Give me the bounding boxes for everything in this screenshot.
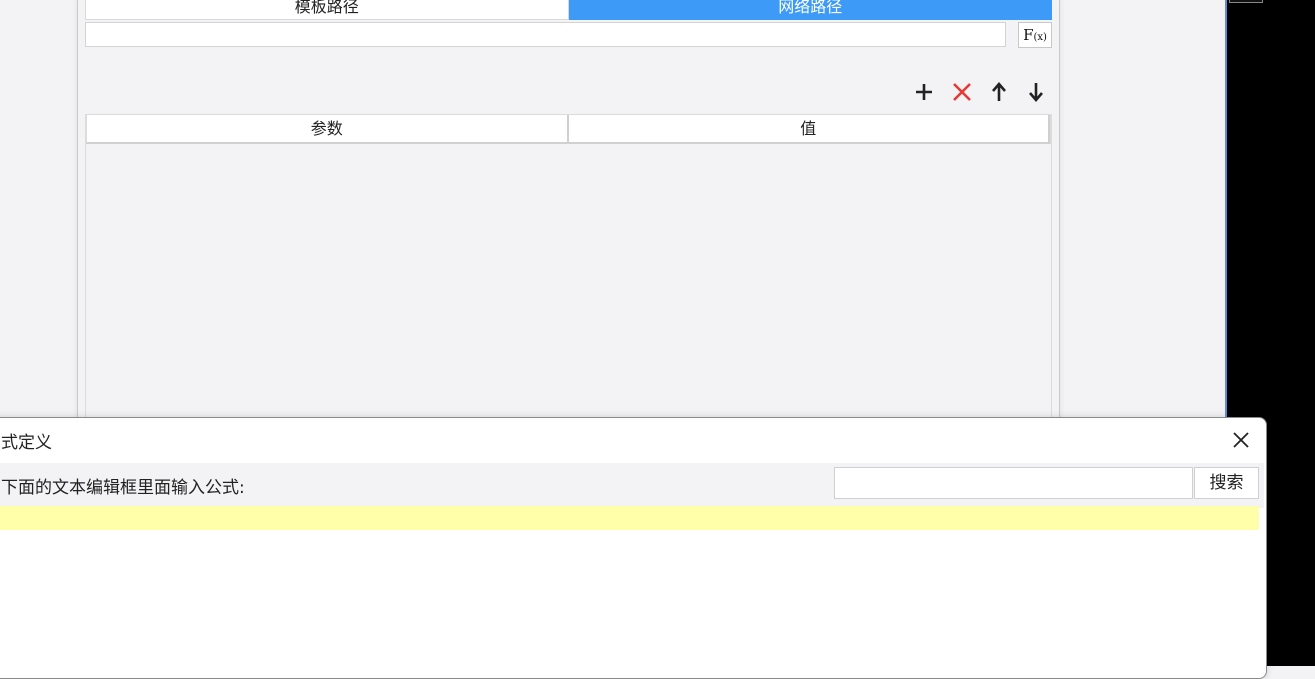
delete-x-icon[interactable] <box>950 80 974 104</box>
arrow-up-icon[interactable] <box>987 80 1011 104</box>
formula-definition-dialog: 式定义 下面的文本编辑框里面输入公式: 搜索 <box>0 417 1267 679</box>
tab-template-path[interactable]: 模板路径 <box>85 0 569 20</box>
fx-sub-label: (x) <box>1033 32 1047 43</box>
tab-network-path[interactable]: 网络路径 <box>568 0 1052 20</box>
fx-label: F <box>1023 26 1034 44</box>
taskbar-thumbnail <box>1229 0 1263 3</box>
params-table: 参数 值 <box>85 114 1052 428</box>
dialog-title: 式定义 <box>1 433 52 453</box>
search-input[interactable] <box>834 467 1193 499</box>
path-tab-bar: 模板路径 网络路径 <box>85 0 1052 20</box>
column-header-param[interactable]: 参数 <box>87 115 569 142</box>
params-table-header: 参数 值 <box>86 114 1051 144</box>
close-icon[interactable] <box>1231 430 1251 450</box>
search-button[interactable]: 搜索 <box>1194 467 1259 499</box>
formula-editor[interactable] <box>0 506 1259 530</box>
plus-icon[interactable] <box>912 80 936 104</box>
instruction-label: 下面的文本编辑框里面输入公式: <box>1 478 245 498</box>
hyperlink-settings-panel: 模板路径 网络路径 F(x) 参数 值 <box>77 0 1060 428</box>
formula-button[interactable]: F(x) <box>1018 22 1052 48</box>
arrow-down-icon[interactable] <box>1024 80 1048 104</box>
column-header-value[interactable]: 值 <box>569 115 1050 142</box>
url-input[interactable] <box>85 22 1006 47</box>
